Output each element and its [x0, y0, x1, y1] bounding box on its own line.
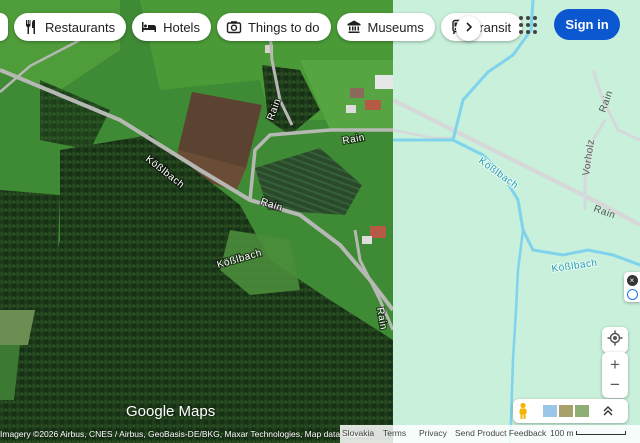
chip-label: Museums	[367, 19, 424, 35]
zoom-out-button[interactable]: −	[610, 375, 620, 395]
chip-transit[interactable]: Transit	[440, 13, 523, 41]
street-label-rain: Rain	[259, 196, 284, 213]
street-label-rain: Rain	[374, 307, 389, 331]
footer: Imagery ©2026 Airbus, CNES / Airbus, Geo…	[0, 425, 640, 443]
chip-restaurants[interactable]: Restaurants	[14, 13, 127, 41]
google-maps-logo: Google Maps	[126, 403, 216, 420]
scale-label[interactable]: 100 m	[550, 428, 574, 438]
sign-in-button[interactable]: Sign in	[554, 9, 620, 40]
satellite-labels: Rain Rain Rain Rain Kößlbach Kößlbach	[142, 96, 390, 332]
chip-label: Restaurants	[45, 19, 116, 35]
stream-label-koesslbach: Kößlbach	[143, 154, 186, 191]
privacy-link[interactable]: Privacy	[419, 428, 447, 438]
restaurant-icon	[23, 19, 39, 35]
chip-scroll-left-edge	[0, 13, 8, 41]
scale-bar	[576, 431, 626, 435]
chip-hotels[interactable]: Hotels	[132, 13, 211, 41]
my-location-button[interactable]	[602, 327, 628, 353]
satellite-view[interactable]: Rain Rain Rain Rain Kößlbach Kößlbach Go…	[0, 0, 393, 443]
layers-bar	[513, 399, 628, 423]
layers-thumbnail-icon[interactable]	[543, 405, 589, 417]
chip-museums[interactable]: Museums	[336, 13, 435, 41]
category-chip-bar: Restaurants Hotels Things to do Museums …	[0, 12, 523, 42]
map-side-badges: ×	[624, 272, 640, 302]
chevron-right-icon	[463, 20, 475, 38]
stream-label-koesslbach: Kößlbach	[216, 248, 263, 271]
chip-label: Things to do	[247, 19, 320, 35]
apps-grid-icon[interactable]	[517, 14, 539, 36]
chip-things-to-do[interactable]: Things to do	[216, 13, 331, 41]
close-circle-icon[interactable]: ×	[626, 274, 638, 286]
pegman-icon[interactable]	[517, 402, 529, 420]
my-location-icon	[607, 330, 623, 351]
terms-link[interactable]: Terms	[383, 428, 406, 438]
street-label-rain: Rain	[342, 132, 366, 147]
electric-charging-icon[interactable]	[626, 288, 638, 300]
region-link[interactable]: Slovakia	[342, 428, 374, 438]
hotel-icon	[141, 19, 157, 35]
chip-scroll-next-button[interactable]	[456, 16, 481, 41]
send-feedback-link[interactable]: Send Product Feedback	[455, 428, 546, 438]
zoom-in-button[interactable]: +	[610, 355, 620, 375]
zoom-controls: + −	[602, 352, 628, 398]
expand-up-icon[interactable]	[603, 405, 613, 417]
imagery-attribution: Imagery ©2026 Airbus, CNES / Airbus, Geo…	[0, 429, 368, 439]
street-label-rain: Rain	[265, 97, 283, 122]
chip-label: Hotels	[163, 19, 200, 35]
camera-icon	[226, 19, 242, 35]
museum-icon	[346, 19, 362, 35]
